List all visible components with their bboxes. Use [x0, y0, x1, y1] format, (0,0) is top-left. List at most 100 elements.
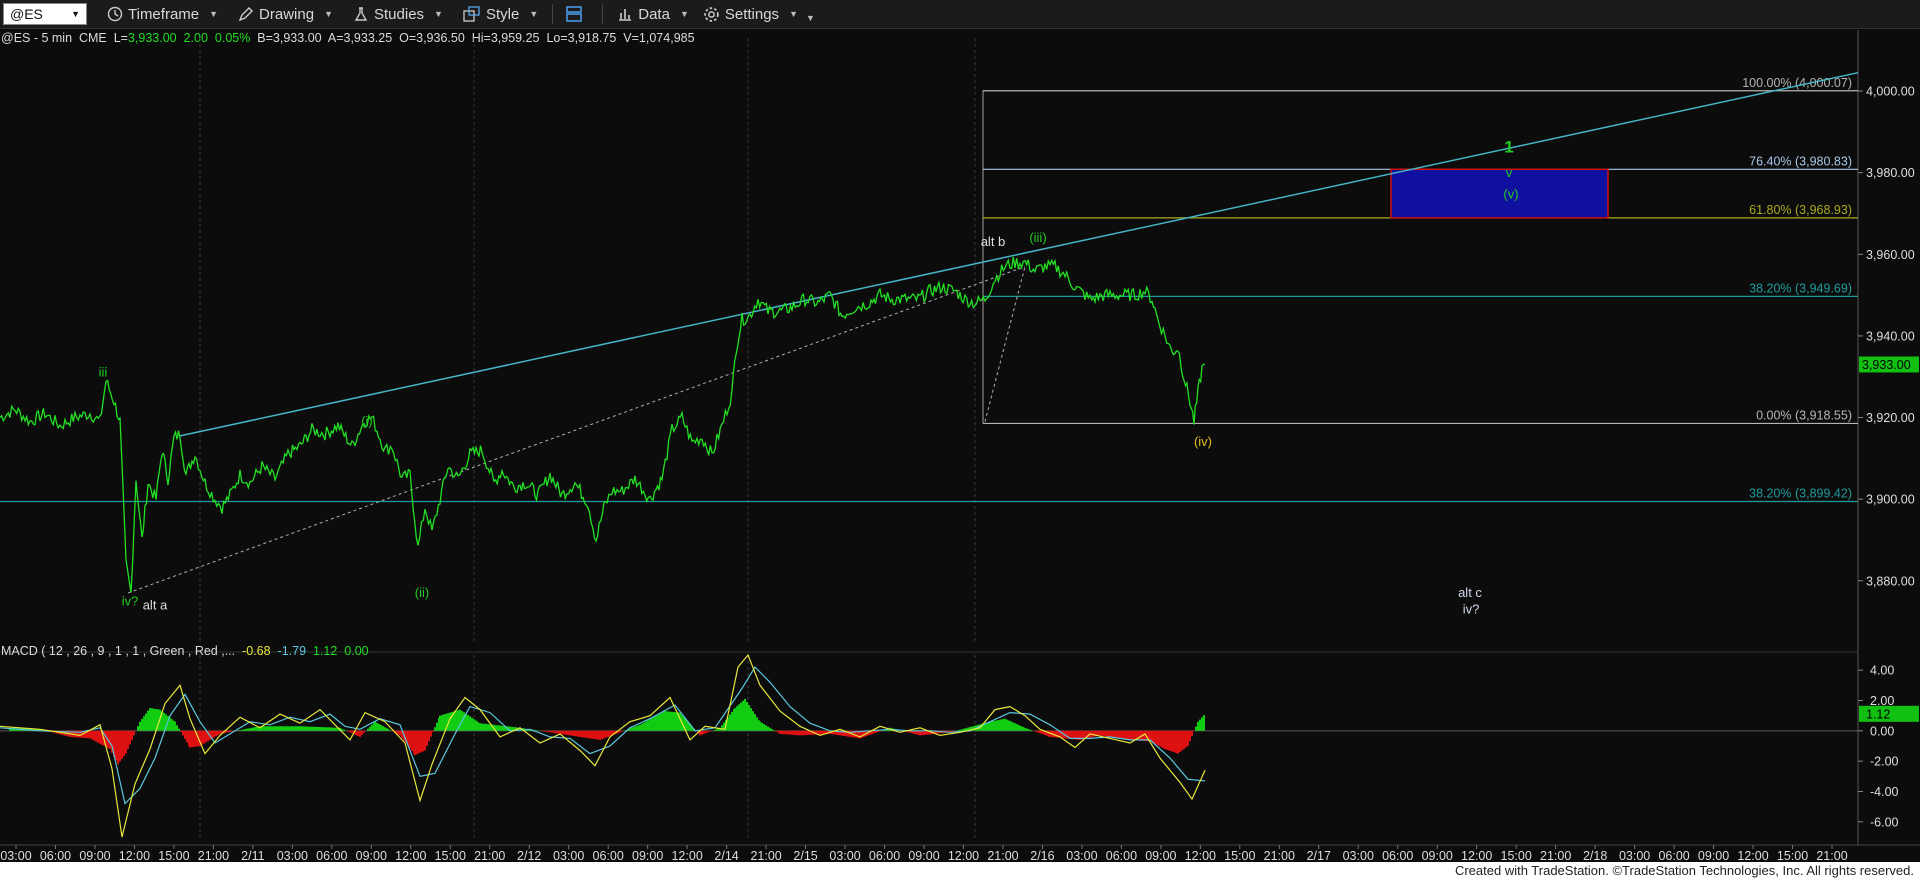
wave-label: (iv)	[1194, 434, 1212, 449]
price-tick-label: 3,900.00	[1866, 493, 1915, 507]
time-tick-label: 2/16	[1030, 849, 1054, 862]
price-tick-label: 4,000.00	[1866, 85, 1915, 99]
time-tick-label: 03:00	[1066, 849, 1097, 862]
wave-label: 1	[1504, 137, 1513, 156]
time-tick-label: 06:00	[1106, 849, 1137, 862]
time-tick-label: 06:00	[869, 849, 900, 862]
upper-trendline	[179, 71, 1859, 437]
fib-level-label: 76.40% (3,980.83)	[1749, 154, 1852, 168]
time-tick-label: 15:00	[1224, 849, 1255, 862]
macd-line	[0, 653, 1206, 838]
wave-label: (ii)	[415, 585, 429, 600]
macd-value-3: 1.12	[312, 644, 338, 658]
wave-label: iv?	[1463, 601, 1480, 616]
macd-axis: 4.002.000.00-2.00-4.00-6.001.12	[1858, 664, 1919, 829]
footer: Created with TradeStation. ©TradeStation…	[0, 862, 1920, 879]
time-tick-label: 15:00	[1501, 849, 1532, 862]
time-tick-label: 09:00	[1145, 849, 1176, 862]
trendlines	[127, 71, 1859, 594]
time-tick-label: 12:00	[395, 849, 426, 862]
time-tick-label: 2/18	[1583, 849, 1607, 862]
macd-indicator	[0, 653, 1858, 838]
time-tick-label: 21:00	[750, 849, 781, 862]
price-tick-label: 3,980.00	[1866, 166, 1915, 180]
price-axis: 4,000.00 3,980.00 3,960.00 3,940.00 3,920.00…	[1858, 85, 1919, 588]
time-tick-label: 03:00	[1343, 849, 1374, 862]
time-tick-label: 12:00	[119, 849, 150, 862]
fib-level-label: 61.80% (3,968.93)	[1749, 203, 1852, 217]
macd-value-4: 0.00	[344, 644, 369, 658]
wave-annotations: iiiiv? alt a(i)(ii)alt b (iii)(iv)1valt ci…	[99, 137, 1514, 616]
time-tick-label: 21:00	[198, 849, 229, 862]
time-tick-label: 2/11	[241, 849, 264, 862]
time-tick-label: 12:00	[671, 849, 702, 862]
time-tick-label: 09:00	[79, 849, 110, 862]
footer-credit: Created with TradeStation. ©TradeStation…	[1454, 863, 1914, 878]
time-tick-label: 06:00	[316, 849, 347, 862]
time-tick-label: 15:00	[1777, 849, 1808, 862]
fib-level-label: 0.00% (3,918.55)	[1756, 408, 1852, 422]
time-tick-label: 2/14	[714, 849, 738, 862]
time-tick-label: 15:00	[158, 849, 189, 862]
wave-label: v	[1506, 165, 1513, 180]
price-tick-label: 3,940.00	[1866, 329, 1915, 343]
time-tick-label: 09:00	[1422, 849, 1453, 862]
wave-label: alt c	[1458, 585, 1482, 600]
time-tick-label: 06:00	[593, 849, 624, 862]
macd-tick-label: -4.00	[1870, 785, 1899, 799]
time-tick-label: 09:00	[356, 849, 387, 862]
grid	[0, 30, 1920, 846]
time-tick-label: 2/15	[793, 849, 817, 862]
macd-title: MACD ( 12 , 26 , 9 , 1 , 1 , Green , Red…	[1, 644, 236, 658]
macd-tick-label: -2.00	[1870, 755, 1899, 769]
price-chart[interactable]: 4,000.00 3,980.00 3,960.00 3,940.00 3,920.00…	[0, 0, 1920, 862]
time-tick-label: 15:00	[435, 849, 466, 862]
target-zone: (v)	[1390, 168, 1609, 219]
time-tick-label: 12:00	[948, 849, 979, 862]
price-line	[0, 256, 1206, 593]
wave-label: alt a	[143, 597, 168, 612]
time-tick-label: 06:00	[40, 849, 71, 862]
time-tick-label: 12:00	[1461, 849, 1492, 862]
wave-label: (iii)	[1029, 230, 1046, 245]
macd-last-label: 1.12	[1866, 707, 1890, 721]
time-tick-label: 03:00	[1619, 849, 1650, 862]
target-box	[1390, 168, 1609, 219]
time-tick-label: 09:00	[632, 849, 663, 862]
wave-label: alt b	[981, 234, 1006, 249]
dotted-trendline	[127, 266, 1026, 594]
fib-retracement: 100.00% (4,000.07)76.40% (3,980.83)61.80…	[0, 76, 1858, 503]
wave-label: (i)	[361, 414, 373, 429]
time-tick-label: 21:00	[987, 849, 1018, 862]
time-tick-label: 06:00	[1382, 849, 1413, 862]
time-tick-label: 03:00	[829, 849, 860, 862]
macd-tick-label: 4.00	[1870, 664, 1894, 678]
time-axis: 03:00 06:00 09:00 12:00 15:00 21:00 2/11 03:00 0…	[0, 845, 1848, 862]
last-price-label: 3,933.00	[1862, 358, 1911, 372]
time-tick-label: 03:00	[277, 849, 308, 862]
time-tick-label: 06:00	[1658, 849, 1689, 862]
wave-label: iii	[99, 365, 108, 380]
time-tick-label: 21:00	[1540, 849, 1571, 862]
target-box-label: (v)	[1503, 187, 1518, 202]
price-tick-label: 3,960.00	[1866, 248, 1915, 262]
fib-level-label: 38.20% (3,949.69)	[1749, 281, 1852, 295]
time-tick-label: 03:00	[553, 849, 584, 862]
time-tick-label: 2/12	[517, 849, 541, 862]
time-tick-label: 2/17	[1307, 849, 1331, 862]
fib-level-label: 38.20% (3,899.42)	[1749, 487, 1852, 501]
macd-label: MACD ( 12 , 26 , 9 , 1 , 1 , Green , Red…	[1, 644, 369, 658]
macd-tick-label: 0.00	[1870, 724, 1894, 738]
time-tick-label: 21:00	[1264, 849, 1295, 862]
time-tick-label: 09:00	[908, 849, 939, 862]
macd-tick-label: -6.00	[1870, 815, 1899, 829]
price-series	[0, 256, 1206, 593]
time-tick-label: 21:00	[474, 849, 505, 862]
time-tick-label: 09:00	[1698, 849, 1729, 862]
time-tick-label: 12:00	[1185, 849, 1216, 862]
macd-value-2: -1.79	[277, 644, 307, 658]
wave-label: iv?	[122, 593, 139, 608]
price-tick-label: 3,920.00	[1866, 411, 1915, 425]
time-tick-label: 03:00	[0, 849, 31, 862]
time-tick-label: 12:00	[1737, 849, 1768, 862]
